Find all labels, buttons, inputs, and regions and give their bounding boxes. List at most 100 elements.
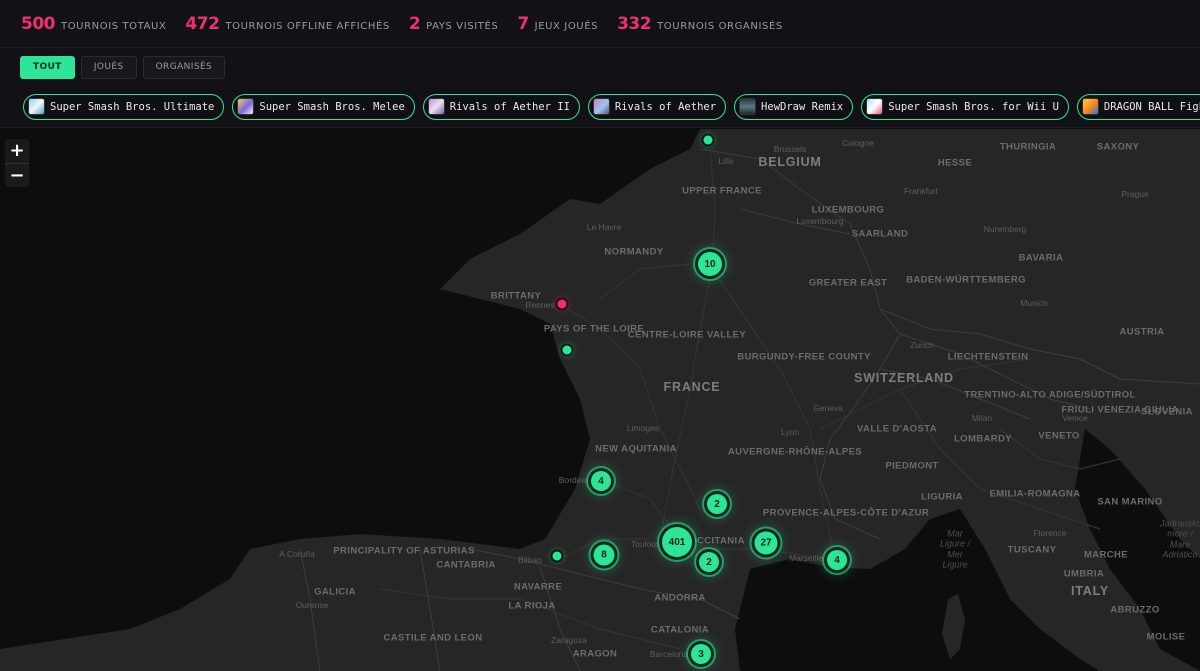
map-label-baden-wurttemberg: BADEN-WÜRTTEMBERG [906,274,1026,286]
map-label-catalonia: CATALONIA [650,624,710,636]
map-label-aragon: ARAGON [572,648,618,660]
game-chip-dbfz[interactable]: DRAGON BALL FighterZ [1076,93,1200,120]
stat-countries-visited: 2 PAYS VISITÉS [409,14,499,34]
game-chip-melee[interactable]: Super Smash Bros. Melee [232,93,415,120]
tournament-cluster[interactable]: 3 [691,644,711,664]
map-label-le-havre: Le Havre [586,222,622,233]
zoom-in-button[interactable]: + [5,139,29,163]
game-chip-label: Super Smash Bros. Melee [259,100,405,113]
map-label-munich: Munich [1020,298,1048,309]
game-chip-label: DRAGON BALL FighterZ [1103,100,1200,113]
map-label-ourense: Ourense [295,600,329,611]
stat-value: 2 [408,13,421,34]
stat-label: JEUX JOUÉS [534,20,599,32]
map-label-normandy: NORMANDY [604,246,664,258]
map-label-zaragoza: Zaragoza [551,635,587,646]
map-label-cologne: Cologne [842,138,874,149]
map-label-saarland: SAARLAND [851,228,909,240]
tournament-map[interactable]: + − BELGIUM FRANCE SWITZERLAND LUXEMBOUR… [0,129,1200,671]
game-thumbnail-icon [427,98,445,115]
map-label-lombardy: LOMBARDY [953,433,1013,445]
tournament-cluster[interactable]: 401 [662,527,692,557]
tournament-cluster[interactable]: 8 [593,544,615,566]
game-chip-ssbu[interactable]: Super Smash Bros. Ultimate [23,93,225,120]
game-thumbnail-icon [592,98,610,115]
stat-games-played: 7 JEUX JOUÉS [517,14,598,34]
stat-offline-tournaments: 472 TOURNOIS OFFLINE AFFICHÉS [185,14,389,34]
game-thumbnail-icon [28,98,45,115]
map-label-greater-east: GREATER EAST [808,277,888,289]
filter-tabs: TOUT JOUÉS ORGANISÉS [0,48,1200,86]
tournament-marker-organized[interactable] [557,299,567,309]
map-label-lille: Lille [718,156,734,167]
map-label-limoges: Limoges [626,423,660,434]
tournament-cluster[interactable]: 4 [591,471,611,491]
map-label-venice: Venice [1062,413,1088,424]
map-label-navarre: NAVARRE [513,581,563,593]
map-label-upper-france: UPPER FRANCE [682,185,762,197]
map-label-umbria: UMBRIA [1063,568,1105,580]
map-label-barcelona: Barcelona [649,649,689,660]
zoom-control: + − [5,139,29,187]
game-chip-ssb4[interactable]: Super Smash Bros. for Wii U [861,93,1069,120]
stat-label: PAYS VISITÉS [426,20,499,32]
game-thumbnail-icon [237,98,255,115]
tournament-cluster[interactable]: 2 [707,494,727,514]
map-label-paca: PROVENCE-ALPES-CÔTE D'AZUR [762,507,930,519]
map-label-liechtenstein: LIECHTENSTEIN [947,351,1029,363]
game-filter-chips: Super Smash Bros. Ultimate Super Smash B… [0,86,1200,128]
game-thumbnail-icon [1081,98,1099,115]
map-label-rennes: Rennes [525,300,555,311]
tournament-cluster[interactable]: 2 [699,552,719,572]
stat-value: 472 [185,13,220,34]
map-label-austria: AUSTRIA [1119,326,1165,338]
game-chip-roa[interactable]: Rivals of Aether [587,93,727,120]
game-chip-label: Super Smash Bros. Ultimate [50,100,215,113]
tournament-cluster[interactable]: 27 [754,531,778,555]
map-label-molise: MOLISE [1146,631,1186,643]
map-label-belgium: BELGIUM [758,154,822,169]
game-thumbnail-icon [739,98,757,115]
map-label-asturias: PRINCIPALITY OF ASTURIAS [333,545,475,557]
map-label-florence: Florence [1033,528,1067,539]
map-label-marche: MARCHE [1083,549,1129,561]
tab-all[interactable]: TOUT [20,55,75,79]
game-chip-roa2[interactable]: Rivals of Aether II [422,93,580,120]
stat-value: 7 [517,13,529,34]
map-label-emilia-romagna: EMILIA-ROMAGNA [989,488,1081,500]
game-chip-hewdraw[interactable]: HewDraw Remix [734,93,854,120]
map-label-veneto: VENETO [1038,430,1080,442]
tournament-cluster[interactable]: 4 [827,550,847,570]
tab-organized[interactable]: ORGANISÉS [142,55,226,79]
stat-label: TOURNOIS OFFLINE AFFICHÉS [225,20,390,32]
map-label-bordeaux: Bordeaux [558,475,596,486]
tournament-marker[interactable] [552,551,562,561]
stat-value: 500 [21,13,56,34]
map-label-saxony: SAXONY [1096,141,1140,153]
map-label-prague: Prague [1121,189,1149,200]
map-label-trentino: TRENTINO-ALTO ADIGE/SÜDTIROL [964,389,1136,401]
zoom-out-button[interactable]: − [5,163,29,187]
map-label-bilbao: Bilbao [518,555,542,566]
map-label-geneva: Geneva [813,403,843,414]
map-label-castile-and-leon: CASTILE AND LEON [383,632,483,644]
tournament-marker[interactable] [703,135,713,145]
stat-tournaments-organized: 332 TOURNOIS ORGANISÉS [617,14,783,34]
map-label-luxembourg-city: Luxembourg [796,216,844,227]
tournament-cluster[interactable]: 10 [698,252,722,276]
map-label-thuringia: THURINGIA [999,141,1057,153]
map-label-luxembourg: LUXEMBOURG [811,204,885,216]
map-label-bavaria: BAVARIA [1018,252,1064,264]
map-label-tuscany: TUSCANY [1007,544,1057,556]
game-chip-label: Rivals of Aether II [449,100,570,113]
stat-label: TOURNOIS TOTAUX [61,20,167,32]
game-chip-label: Super Smash Bros. for Wii U [888,100,1059,113]
game-chip-label: Rivals of Aether [614,100,717,113]
stats-bar: 500 TOURNOIS TOTAUX 472 TOURNOIS OFFLINE… [0,0,1200,48]
map-label-occitania: OCCITANIA [689,535,745,547]
tab-played[interactable]: JOUÉS [80,55,137,79]
map-label-france: FRANCE [663,379,721,394]
stat-label: TOURNOIS ORGANISÉS [657,20,783,32]
tournament-marker[interactable] [562,345,572,355]
map-label-andorra: ANDORRA [654,592,706,604]
